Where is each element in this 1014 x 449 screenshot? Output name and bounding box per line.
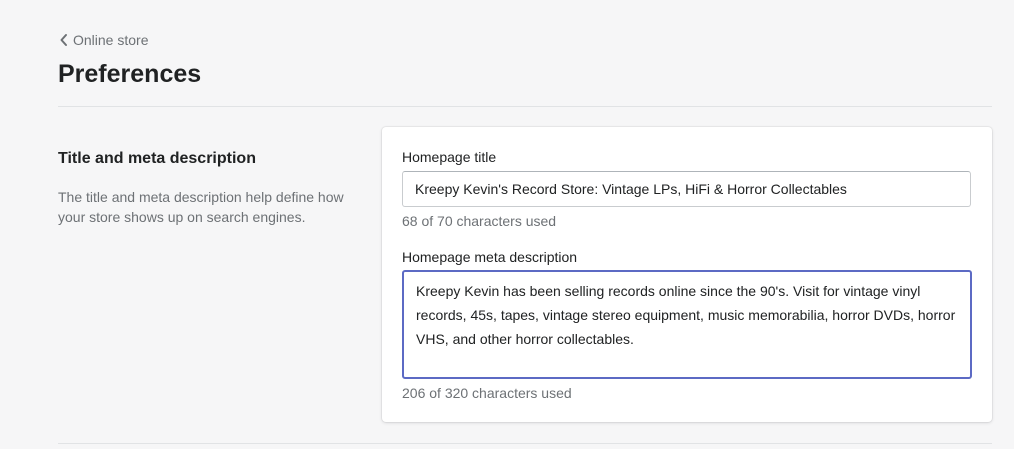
homepage-title-char-count: 68 of 70 characters used (402, 213, 557, 229)
chevron-left-icon (60, 34, 67, 46)
homepage-meta-description-char-count: 206 of 320 characters used (402, 385, 572, 401)
section-heading: Title and meta description (58, 150, 256, 167)
section-description: The title and meta description help defi… (58, 189, 344, 225)
page-title: Preferences (58, 60, 202, 88)
homepage-meta-description-label: Homepage meta description (402, 249, 578, 265)
section-divider (58, 443, 992, 444)
homepage-title-input[interactable] (402, 171, 971, 207)
header-divider (58, 106, 992, 107)
title-meta-card: Homepage title 68 of 70 characters used … (382, 127, 992, 422)
homepage-meta-description-textarea[interactable]: Kreepy Kevin has been selling records on… (402, 270, 972, 379)
breadcrumb-online-store[interactable]: Online store (58, 30, 148, 50)
homepage-title-label: Homepage title (402, 149, 497, 165)
breadcrumb-label: Online store (73, 32, 149, 48)
